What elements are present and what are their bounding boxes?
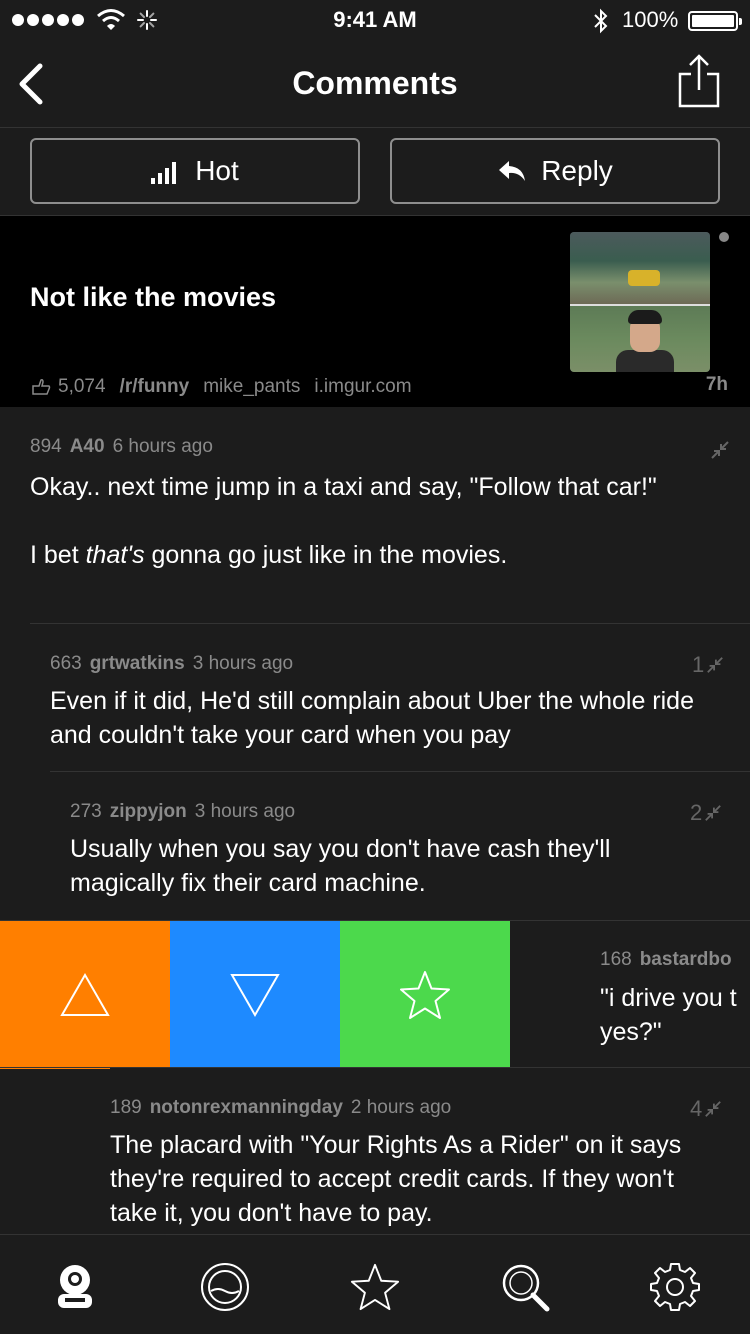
comment-meta: 189 notonrexmanningday 2 hours ago <box>110 1097 451 1119</box>
comment-body: Okay.. next time jump in a taxi and say,… <box>30 470 670 572</box>
comment-user[interactable]: zippyjon <box>110 801 187 822</box>
comment-paragraph: I bet that's gonna go just like in the m… <box>30 541 508 569</box>
comment-time: 3 hours ago <box>194 801 296 822</box>
battery-percent: 100% <box>622 7 679 32</box>
collapse-icon <box>705 1101 722 1117</box>
porthole-icon <box>201 1263 249 1311</box>
reply-button[interactable]: Reply <box>390 138 720 204</box>
comment-depth-badge[interactable]: 1 <box>692 652 724 678</box>
upvote-action[interactable] <box>0 921 170 1069</box>
sort-reply-bar: Hot Reply <box>0 128 750 216</box>
downvote-triangle-icon <box>230 974 280 1018</box>
sort-label: Hot <box>195 155 239 186</box>
share-icon[interactable] <box>676 52 722 110</box>
comment-score: 273 <box>70 801 102 822</box>
comment-meta: 273 zippyjon 3 hours ago <box>70 801 295 823</box>
comment-body: Even if it did, He'd still complain abou… <box>50 687 694 749</box>
signal-bars-icon <box>151 162 177 184</box>
bluetooth-icon <box>594 8 608 34</box>
comment-body: The placard with "Your Rights As a Rider… <box>110 1131 682 1227</box>
collapse-icon <box>705 805 722 821</box>
comment[interactable]: 273 zippyjon 3 hours ago 2 Usually when yo… <box>70 772 750 920</box>
comment-time: 3 hours ago <box>192 653 294 674</box>
comment[interactable]: 894 A40 6 hours ago Okay.. next time jump … <box>0 408 750 623</box>
upvote-hand-icon <box>32 379 51 395</box>
tab-subscriptions[interactable] <box>197 1259 253 1315</box>
comment[interactable]: 189 notonrexmanningday 2 hours ago 4 The p… <box>110 1068 750 1234</box>
battery-icon <box>688 11 742 31</box>
save-action[interactable] <box>340 921 510 1069</box>
comment-score: 663 <box>50 653 82 674</box>
comment-depth-badge[interactable]: 4 <box>690 1096 722 1122</box>
sort-hot-button[interactable]: Hot <box>30 138 360 204</box>
comment-score: 894 <box>30 436 62 457</box>
comment[interactable]: 663 grtwatkins 3 hours ago 1 Even if it di… <box>50 624 750 771</box>
post-domain: i.imgur.com <box>314 376 412 397</box>
post-age: 7h <box>705 374 728 395</box>
comment-time: 6 hours ago <box>112 436 213 457</box>
comment-body: "i drive you t yes?" <box>600 984 737 1046</box>
collapse-icon <box>707 657 724 673</box>
swiped-comment-row[interactable]: 168 bastardbo "i drive you t yes?" <box>0 920 750 1069</box>
comment-time: 2 hours ago <box>350 1097 452 1118</box>
comment-meta: 663 grtwatkins 3 hours ago <box>50 653 293 675</box>
comment-body: Usually when you say you don't have cash… <box>70 835 611 897</box>
star-icon <box>400 971 450 1019</box>
status-bar: 9:41 AM 100% <box>0 0 750 40</box>
diver-helmet-icon <box>58 1265 92 1308</box>
tab-saved[interactable] <box>347 1259 403 1315</box>
comment-score: 189 <box>110 1097 142 1118</box>
post-author[interactable]: mike_pants <box>203 376 300 398</box>
tab-settings[interactable] <box>647 1259 703 1315</box>
post-score: 5,074 <box>58 376 106 397</box>
post-header[interactable]: Not like the movies 5,074 /r/funny mike_… <box>0 216 750 407</box>
comment-user[interactable]: bastardbo <box>640 949 732 970</box>
search-icon <box>502 1264 550 1312</box>
comment[interactable]: 168 bastardbo "i drive you t yes?" <box>510 921 750 1068</box>
comment-user[interactable]: notonrexmanningday <box>150 1097 343 1118</box>
comment-paragraph: Okay.. next time jump in a taxi and say,… <box>30 473 657 501</box>
post-title: Not like the movies <box>30 282 277 312</box>
comment-user[interactable]: grtwatkins <box>90 653 185 674</box>
upvote-triangle-icon <box>60 972 110 1016</box>
comment-meta: 894 A40 6 hours ago <box>30 436 213 458</box>
comment-meta: 168 bastardbo <box>600 949 740 971</box>
tab-bar <box>0 1234 750 1334</box>
unread-dot <box>719 232 729 242</box>
page-title: Comments <box>292 65 458 101</box>
comment-score: 168 <box>600 949 632 970</box>
collapse-icon[interactable] <box>710 440 730 460</box>
tab-posts[interactable] <box>47 1259 103 1315</box>
reply-label: Reply <box>541 155 613 186</box>
post-thumbnail[interactable] <box>570 232 710 372</box>
downvote-action[interactable] <box>170 921 340 1069</box>
tab-search[interactable] <box>497 1259 553 1315</box>
post-subreddit[interactable]: /r/funny <box>120 376 190 398</box>
gear-icon <box>650 1263 700 1311</box>
navigation-bar: Comments <box>0 40 750 128</box>
reply-arrow-icon <box>499 161 526 181</box>
post-meta: 5,074 /r/funny mike_pants i.imgur.com <box>30 376 412 398</box>
star-icon <box>350 1263 400 1311</box>
comment-user[interactable]: A40 <box>70 436 105 457</box>
comment-depth-badge[interactable]: 2 <box>690 800 722 826</box>
